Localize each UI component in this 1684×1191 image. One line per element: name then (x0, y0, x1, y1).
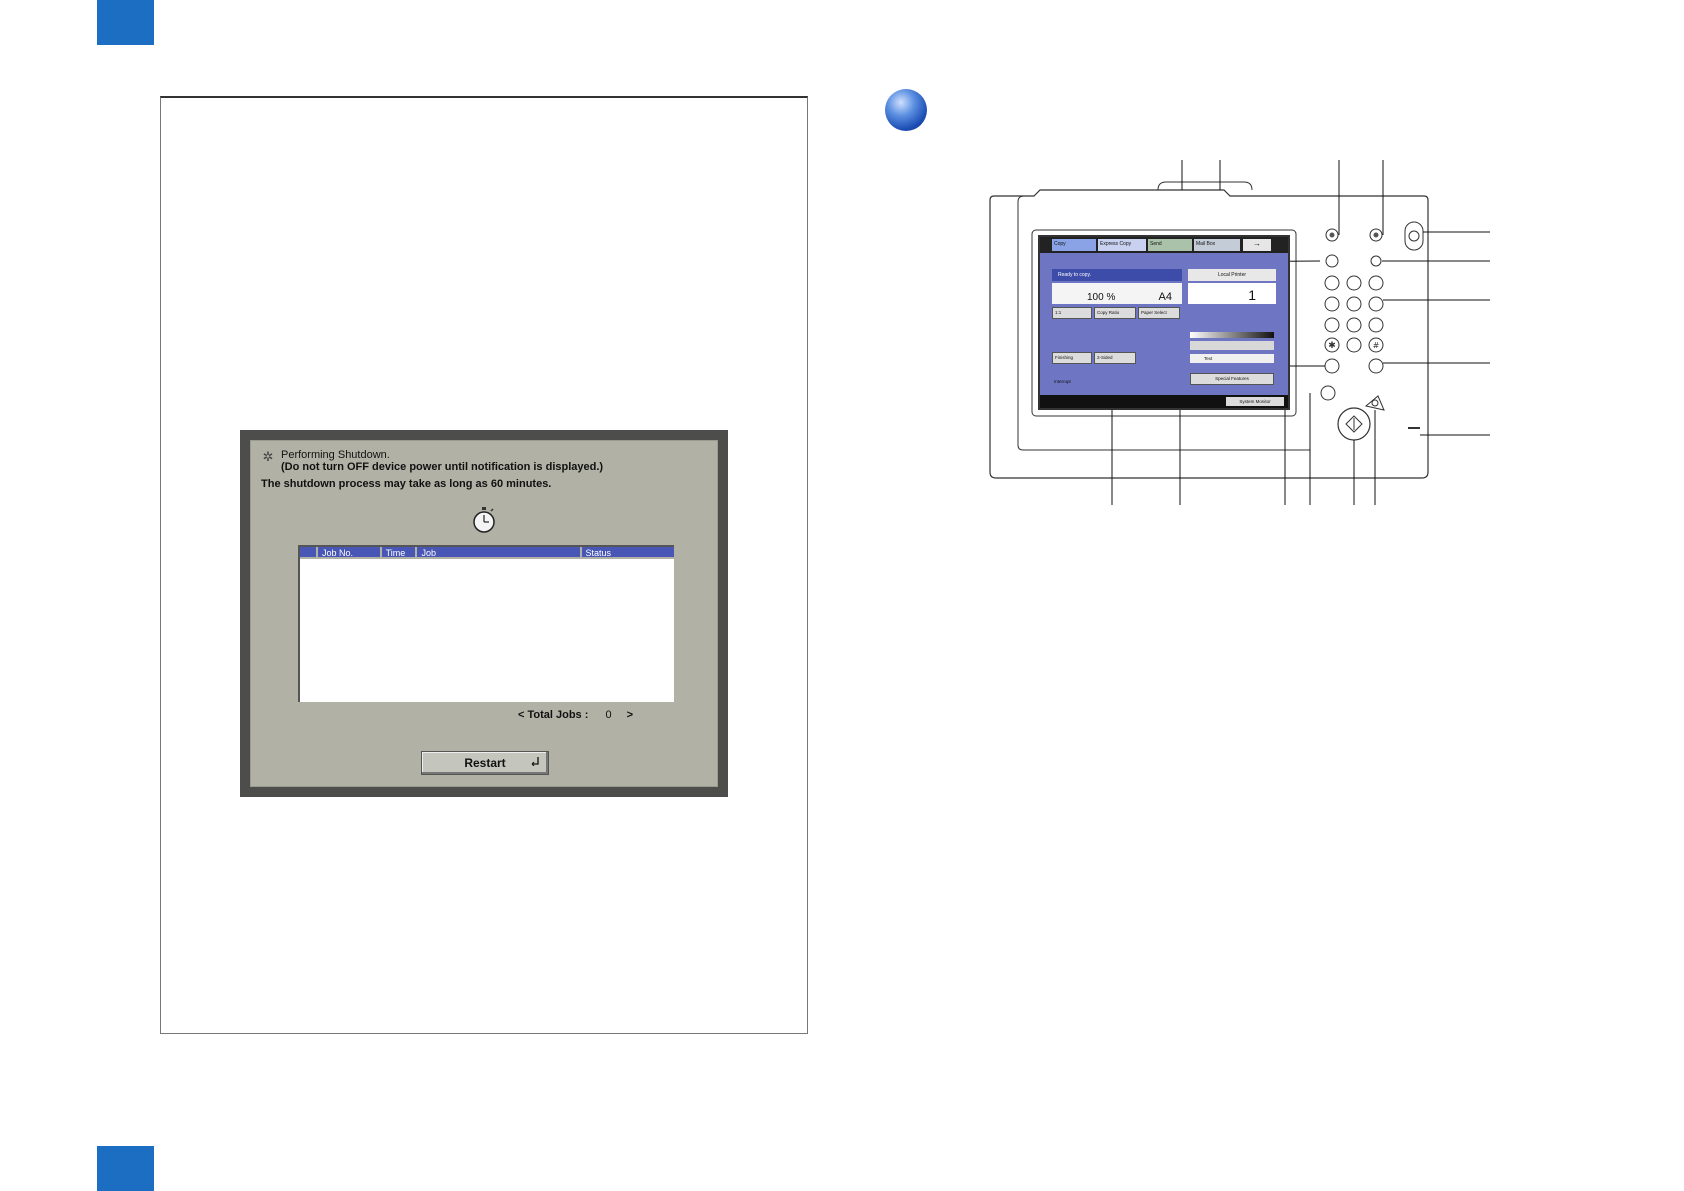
finishing-button[interactable]: Finishing (1052, 352, 1092, 364)
paper-size-value: A4 (1158, 291, 1172, 303)
tab-copy[interactable]: Copy (1052, 239, 1096, 251)
header-color-block (97, 0, 154, 45)
density-scale (1190, 332, 1274, 338)
interrupt-button[interactable]: Interrupt (1052, 377, 1112, 389)
copy-ratio-button[interactable]: Copy Ratio (1094, 307, 1136, 319)
restart-button[interactable]: Restart (421, 751, 549, 775)
table-header-status: Status (579, 547, 674, 557)
density-buttons[interactable] (1190, 341, 1274, 350)
total-jobs-readout: < Total Jobs : 0 > (518, 709, 633, 721)
paper-select-button[interactable]: Paper Select (1138, 307, 1180, 319)
stopwatch-icon (473, 507, 495, 533)
shutdown-duration-note: The shutdown process may take as long as… (261, 478, 552, 490)
special-features-button[interactable]: Special Features (1190, 373, 1274, 385)
tab-send[interactable]: Send (1148, 239, 1192, 251)
return-arrow-icon (531, 757, 539, 766)
shutdown-screen: ✲ Performing Shutdown. (Do not turn OFF … (240, 430, 728, 797)
copy-ratio-value: 100 % (1087, 292, 1116, 303)
gear-icon: ✲ (262, 449, 274, 464)
table-header-time: Time (379, 547, 416, 557)
total-jobs-label: < Total Jobs : (518, 709, 589, 721)
table-header-job: Job (415, 547, 579, 557)
tab-more-arrow[interactable]: → (1243, 239, 1271, 251)
shutdown-title: Performing Shutdown. (281, 449, 390, 461)
control-panel-diagram: ✱ # Copy Express Copy Send Mail Box → Re… (980, 160, 1500, 515)
total-jobs-count: 0 (605, 709, 612, 721)
two-sided-button[interactable]: 2-Sided (1094, 352, 1136, 364)
shutdown-dialog: ✲ Performing Shutdown. (Do not turn OFF … (250, 440, 718, 787)
table-header-job-no: Job No. (315, 547, 380, 557)
footer-color-block (97, 1146, 154, 1191)
restart-button-label: Restart (464, 756, 506, 770)
total-jobs-suffix: > (626, 709, 634, 721)
lcd-status-bar: System Monitor (1040, 395, 1288, 408)
svg-text:#: # (1373, 341, 1380, 350)
jobs-table-header: Job No. Time Job Status (300, 547, 674, 559)
svg-text:✱: ✱ (1328, 341, 1336, 351)
tab-express-copy[interactable]: Express Copy (1098, 239, 1146, 251)
copy-count-value: 1 (1248, 287, 1256, 303)
section-marker-icon (885, 89, 927, 131)
local-printer-label: Local Printer (1188, 269, 1276, 281)
copy-count-display: 1 (1188, 283, 1276, 304)
tab-mail-box[interactable]: Mail Box (1194, 239, 1240, 251)
shutdown-warning: (Do not turn OFF device power until noti… (281, 461, 604, 473)
system-monitor-button[interactable]: System Monitor (1226, 397, 1284, 406)
copy-settings-display: 100 % A4 (1052, 283, 1182, 304)
lcd-touch-screen: Copy Express Copy Send Mail Box → Ready … (1038, 235, 1290, 410)
text-mode-select[interactable]: Text (1190, 354, 1274, 363)
status-message: Ready to copy. (1052, 269, 1182, 281)
one-to-one-button[interactable]: 1:1 (1052, 307, 1092, 319)
jobs-table: Job No. Time Job Status (298, 545, 674, 702)
lcd-tab-bar: Copy Express Copy Send Mail Box → (1040, 237, 1288, 253)
table-header-blank (300, 547, 316, 557)
